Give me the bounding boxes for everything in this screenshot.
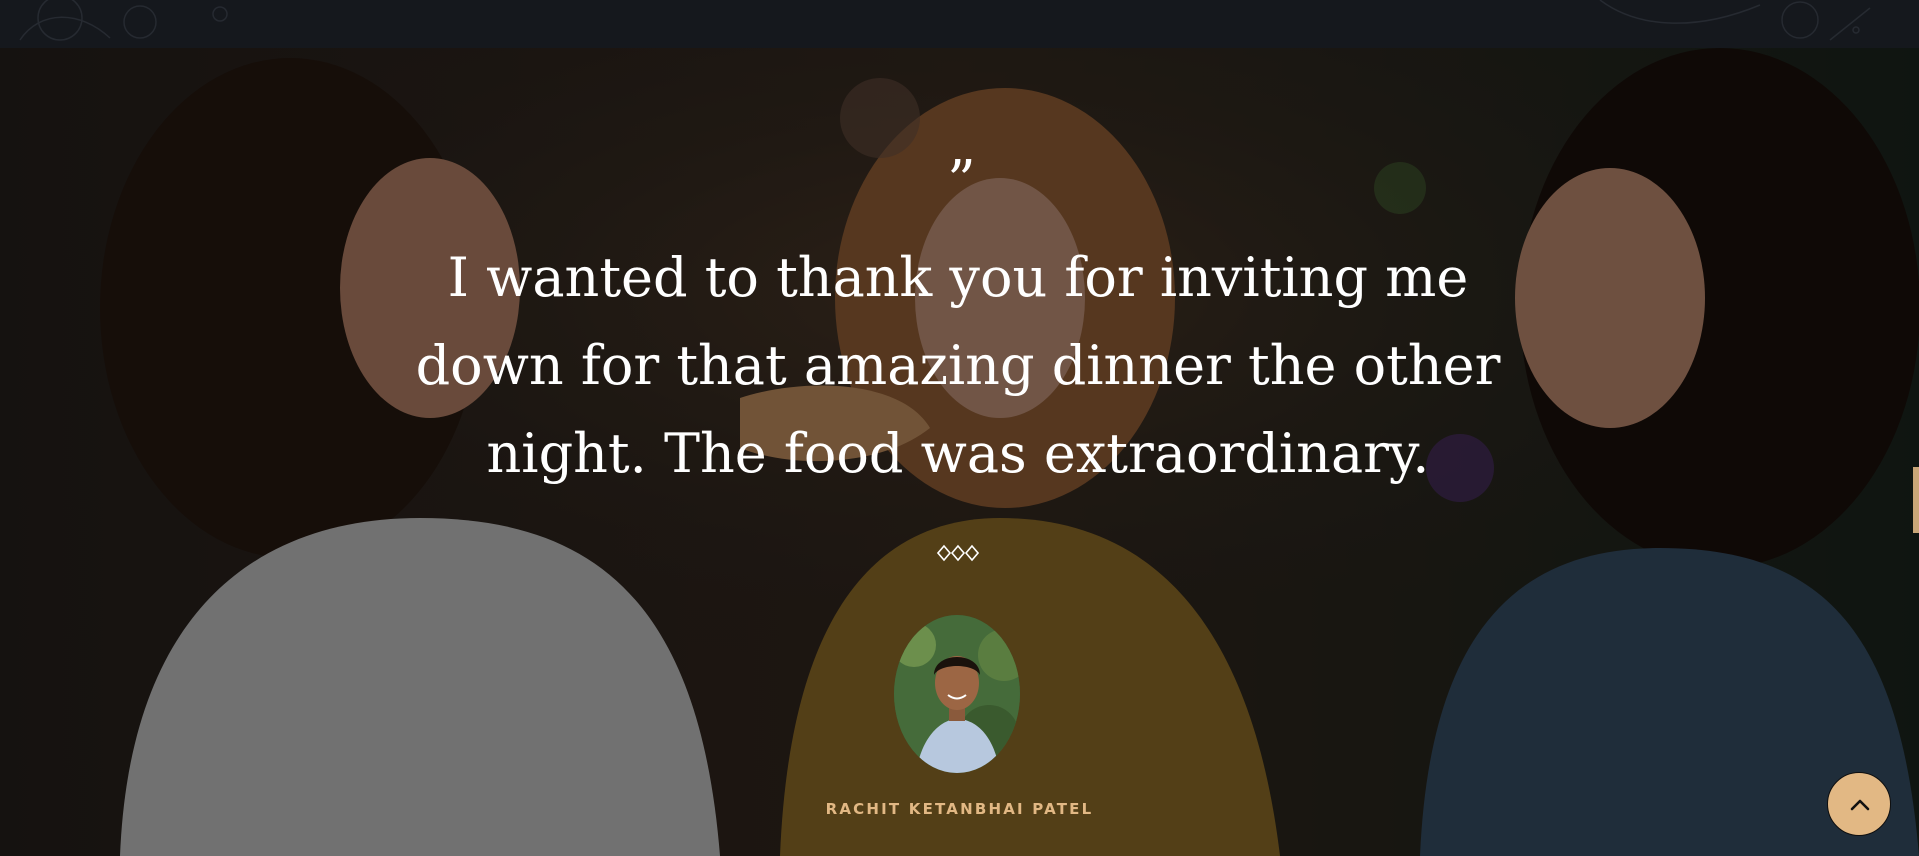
testimonial-quote: I wanted to thank you for inviting me do…: [415, 246, 1501, 485]
header-doodle-decoration: [19, 0, 1871, 41]
author-avatar: [894, 615, 1020, 773]
testimonial-section: ” I wanted to thank you for inviting me …: [0, 48, 1919, 856]
back-to-top-button[interactable]: [1827, 772, 1891, 836]
author-photo: [894, 615, 1020, 773]
author-name: RACHIT KETANBHAI PATEL: [825, 800, 1094, 818]
quote-mark-icon: ”: [947, 149, 976, 214]
testimonial-content: ” I wanted to thank you for inviting me …: [0, 48, 1919, 856]
chevron-up-icon: [1850, 799, 1870, 811]
page: ” I wanted to thank you for inviting me …: [0, 0, 1919, 856]
header-strip: [0, 0, 1919, 49]
scrollbar-thumb[interactable]: [1913, 467, 1919, 533]
diamond-separator-icon: [937, 544, 979, 562]
